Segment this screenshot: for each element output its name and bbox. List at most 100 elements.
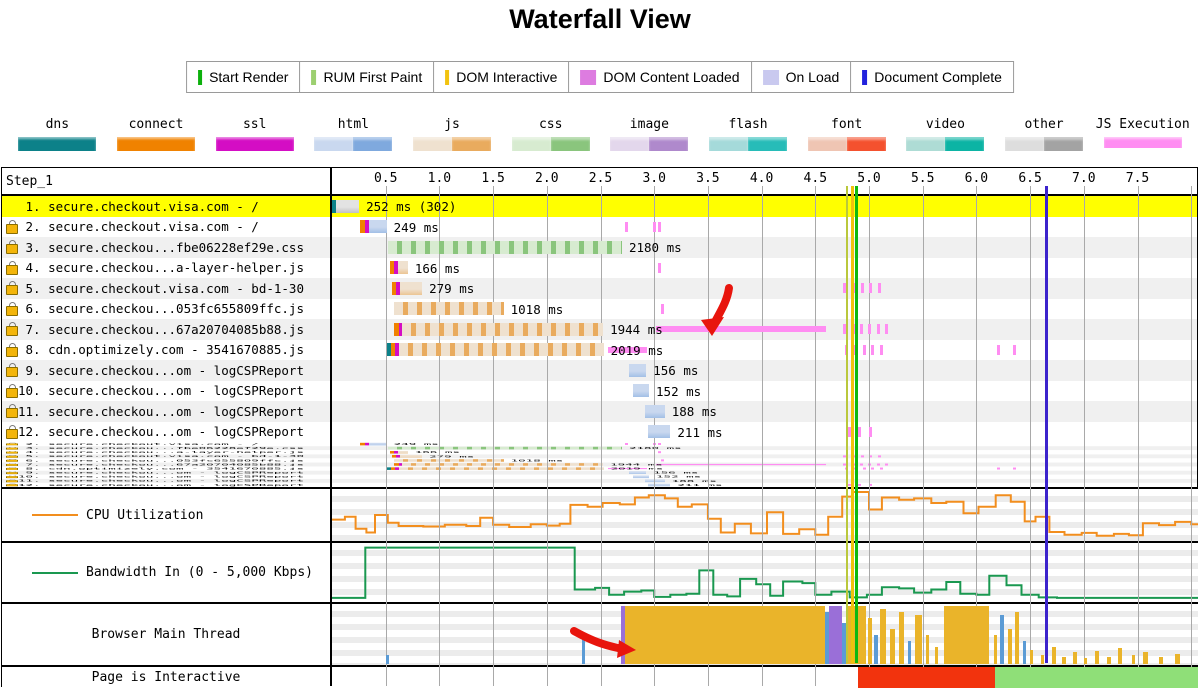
request-rows: 1. secure.checkout.visa.com - /252 ms (3…	[2, 196, 1197, 442]
js-exec-mark	[854, 345, 857, 355]
request-bar[interactable]	[387, 467, 604, 470]
resource-color-bar	[709, 137, 787, 151]
html-body-segment	[648, 425, 671, 438]
resource-color-bar	[117, 137, 195, 151]
cpu-utilization-chart	[330, 489, 1198, 541]
lock-icon	[6, 343, 18, 357]
main-thread-activity-bar	[890, 629, 894, 664]
main-thread-activity-bar	[1008, 629, 1012, 664]
request-row-label[interactable]: 4. secure.checkou...a-layer-helper.js	[2, 258, 327, 279]
request-row-label[interactable]: 12. secure.checkou...om - logCSPReport	[2, 422, 327, 443]
lock-icon	[6, 447, 18, 450]
resource-legend-label: video	[926, 117, 965, 132]
resource-legend-flash: flash	[699, 117, 798, 151]
main-thread-activity-bar	[880, 609, 886, 664]
request-row-label[interactable]: 8. cdn.optimizely.com - 3541670885.js	[2, 340, 327, 361]
request-bar[interactable]	[392, 455, 422, 458]
js-exec-mark	[868, 463, 871, 465]
request-bar[interactable]	[633, 475, 649, 478]
request-row-label[interactable]: 9. secure.checkou...om - logCSPReport	[2, 360, 327, 381]
request-bar[interactable]	[633, 384, 649, 397]
main-thread-activity-bar	[1015, 612, 1019, 664]
request-bar[interactable]	[394, 302, 503, 315]
request-bar[interactable]	[648, 425, 671, 438]
request-time-label: 279 ms	[429, 455, 474, 458]
request-url-text: 2. secure.checkout.visa.com - /	[18, 219, 259, 234]
legend-item-label: Start Render	[209, 69, 288, 85]
request-bar[interactable]	[394, 323, 603, 336]
lock-icon	[6, 471, 18, 474]
axis-tick-label: 3.0	[642, 171, 665, 186]
axis-tick-label: 7.0	[1072, 171, 1095, 186]
legend-item-label: On Load	[786, 69, 840, 85]
request-row-label[interactable]: 3. secure.checkou...fbe06228ef29e.css	[2, 237, 327, 258]
request-bar[interactable]	[388, 447, 622, 450]
request-url-text: 5. secure.checkout.visa.com - bd-1-30	[18, 281, 304, 296]
request-time-label: 2180 ms	[629, 240, 682, 255]
js-exec-mark	[858, 427, 861, 437]
main-thread-activity-bar	[1041, 655, 1044, 664]
js-body-segment	[399, 467, 604, 470]
request-bar[interactable]	[360, 220, 387, 233]
js-exec-mark	[853, 455, 856, 457]
js-exec-mark	[858, 484, 861, 486]
request-row-label[interactable]: 6. secure.checkou...053fc655809ffc.js	[2, 299, 327, 320]
request-bar[interactable]	[387, 343, 604, 356]
request-row-label[interactable]: 11. secure.checkou...om - logCSPReport	[2, 401, 327, 422]
resource-legend-image: image	[600, 117, 699, 151]
request-time-label: 211 ms	[677, 425, 722, 440]
js-exec-mark	[868, 324, 871, 334]
resource-legend-label: other	[1024, 117, 1063, 132]
axis-tick-label: 2.0	[535, 171, 558, 186]
request-bar[interactable]	[392, 282, 422, 295]
request-bar[interactable]	[629, 364, 646, 377]
request-bar[interactable]	[390, 261, 408, 274]
request-row-label[interactable]: 2. secure.checkout.visa.com - /	[2, 217, 327, 238]
js-exec-mark	[661, 304, 664, 314]
js-exec-mark	[863, 345, 866, 355]
js-exec-mark	[871, 468, 874, 470]
main-thread-activity-bar	[874, 635, 877, 664]
request-bar[interactable]	[394, 459, 503, 462]
resource-legend-connect: connect	[107, 117, 206, 151]
html-body-segment	[629, 364, 646, 377]
cpu-line-swatch	[32, 514, 78, 516]
html-body-segment	[645, 480, 665, 483]
js-exec-mark	[878, 283, 881, 293]
resource-color-bar	[610, 137, 688, 151]
request-bar[interactable]	[388, 241, 622, 254]
resource-legend-label: JS Execution	[1096, 117, 1190, 132]
css-body-segment	[388, 241, 622, 254]
request-row-label[interactable]: 7. secure.checkou...67a20704085b88.js	[2, 319, 327, 340]
request-time-label: 152 ms	[656, 475, 701, 478]
main-thread-activity-bar	[868, 618, 872, 664]
request-url-text: 9. secure.checkou...om - logCSPReport	[18, 363, 304, 378]
request-bar[interactable]	[648, 484, 671, 487]
main-thread-activity-bar	[1095, 651, 1099, 664]
request-row-label[interactable]: 10. secure.checkou...om - logCSPReport	[2, 381, 327, 402]
request-row-label[interactable]: 1. secure.checkout.visa.com - /	[2, 196, 327, 217]
html-body-segment	[648, 484, 671, 487]
request-row: 9. secure.checkou...om - logCSPReport156…	[2, 360, 1197, 381]
request-row-label[interactable]: 5. secure.checkout.visa.com - bd-1-30	[2, 278, 327, 299]
axis-tick-label: 6.5	[1018, 171, 1041, 186]
css-body-segment	[388, 447, 622, 450]
axis-tick-label: 0.5	[374, 171, 397, 186]
resource-legend-ssl: ssl	[205, 117, 304, 151]
resource-legend-label: connect	[129, 117, 184, 132]
request-url-text: 3. secure.checkou...fbe06228ef29e.css	[18, 240, 304, 255]
request-bar[interactable]	[360, 443, 387, 446]
request-row: 2. secure.checkout.visa.com - /249 ms	[2, 217, 1197, 238]
request-bar[interactable]	[629, 471, 646, 474]
request-bar[interactable]	[394, 463, 603, 466]
request-bar[interactable]	[645, 405, 665, 418]
main-thread-activity-bar	[1159, 657, 1163, 664]
legend-item-on-load: On Load	[751, 62, 851, 92]
request-row: 10. secure.checkou...om - logCSPReport15…	[2, 381, 1197, 402]
request-bar[interactable]	[332, 200, 359, 213]
request-time-label: 1018 ms	[511, 459, 564, 462]
request-bar[interactable]	[390, 451, 408, 454]
request-bar[interactable]	[645, 480, 665, 483]
main-thread-activity-bar	[1023, 641, 1026, 664]
js-exec-mark	[997, 345, 1000, 355]
